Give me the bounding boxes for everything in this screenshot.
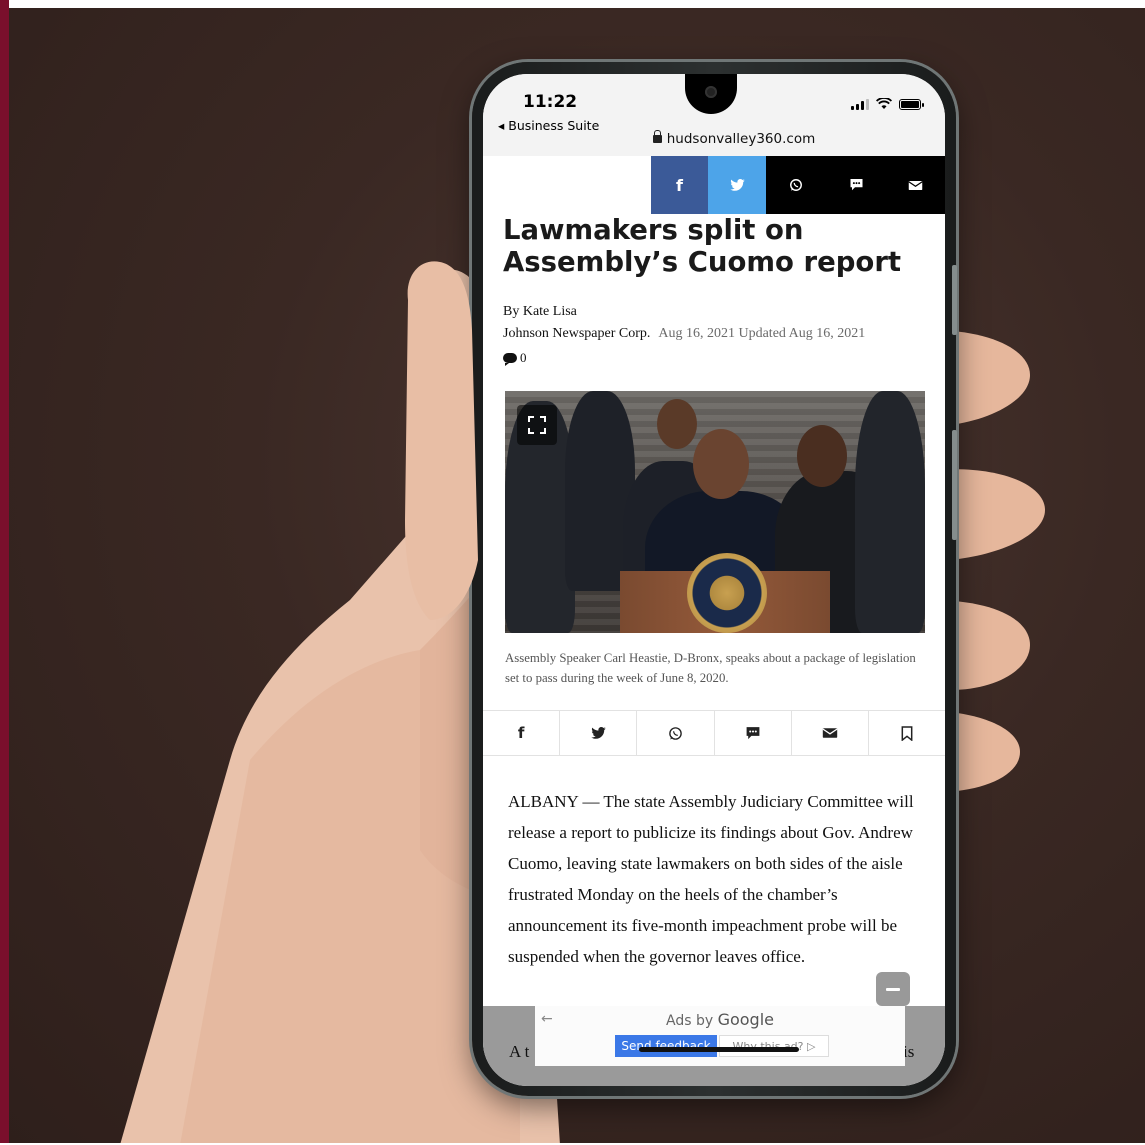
frame-top-edge: [0, 0, 1145, 8]
thumb-illustration: [405, 261, 478, 620]
frame-left-edge: [0, 0, 9, 1145]
photo-background: 11:22 ◂ Business Suite hudsonvalley360.c…: [0, 0, 1145, 1145]
